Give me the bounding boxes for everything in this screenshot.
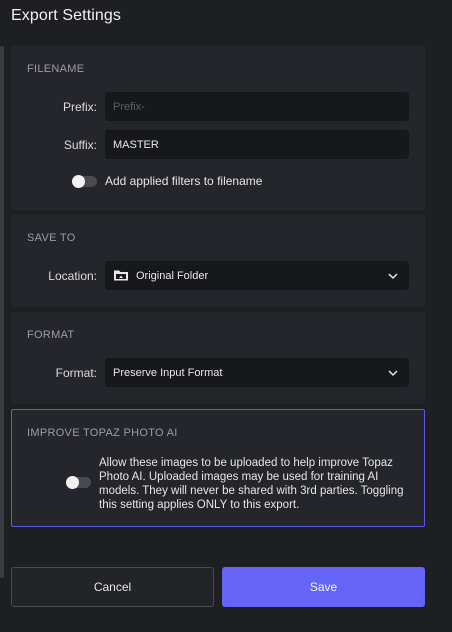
chevron-down-icon [388,369,398,376]
format-panel: FORMAT Format: Preserve Input Format [11,312,425,404]
cancel-button[interactable]: Cancel [11,567,214,607]
save-button[interactable]: Save [222,567,425,607]
section-label-improve: IMPROVE TOPAZ PHOTO AI [27,427,178,439]
format-value: Preserve Input Format [113,366,223,379]
improve-toggle[interactable] [66,476,91,489]
suffix-value: MASTER [113,138,159,151]
dialog-title: Export Settings [11,7,121,24]
prefix-placeholder: Prefix- [113,100,145,113]
format-select[interactable]: Preserve Input Format [105,358,409,387]
location-value: Original Folder [136,269,209,282]
location-select[interactable]: Original Folder [105,261,409,290]
prefix-input[interactable]: Prefix- [105,92,409,121]
toggle-knob [66,476,79,489]
improve-description: Allow these images to be uploaded to hel… [99,457,404,511]
scrollbar[interactable] [0,46,4,578]
chevron-down-icon [388,272,398,279]
filters-toggle-label: Add applied filters to filename [105,174,263,188]
format-label: Format: [55,366,97,380]
filters-toggle[interactable] [72,175,97,188]
suffix-input[interactable]: MASTER [105,130,409,159]
suffix-label: Suffix: [63,138,97,152]
folder-icon [114,270,128,281]
filename-panel: FILENAME Prefix: Prefix- Suffix: MASTER … [11,46,425,210]
improve-panel: IMPROVE TOPAZ PHOTO AI Allow these image… [11,409,425,527]
location-label: Location: [48,269,97,283]
section-label-filename: FILENAME [27,63,85,75]
section-label-format: FORMAT [27,329,75,341]
prefix-label: Prefix: [62,100,97,114]
section-label-save-to: SAVE TO [27,232,76,244]
toggle-knob [72,175,85,188]
save-to-panel: SAVE TO Location: Original Folder [11,215,425,307]
